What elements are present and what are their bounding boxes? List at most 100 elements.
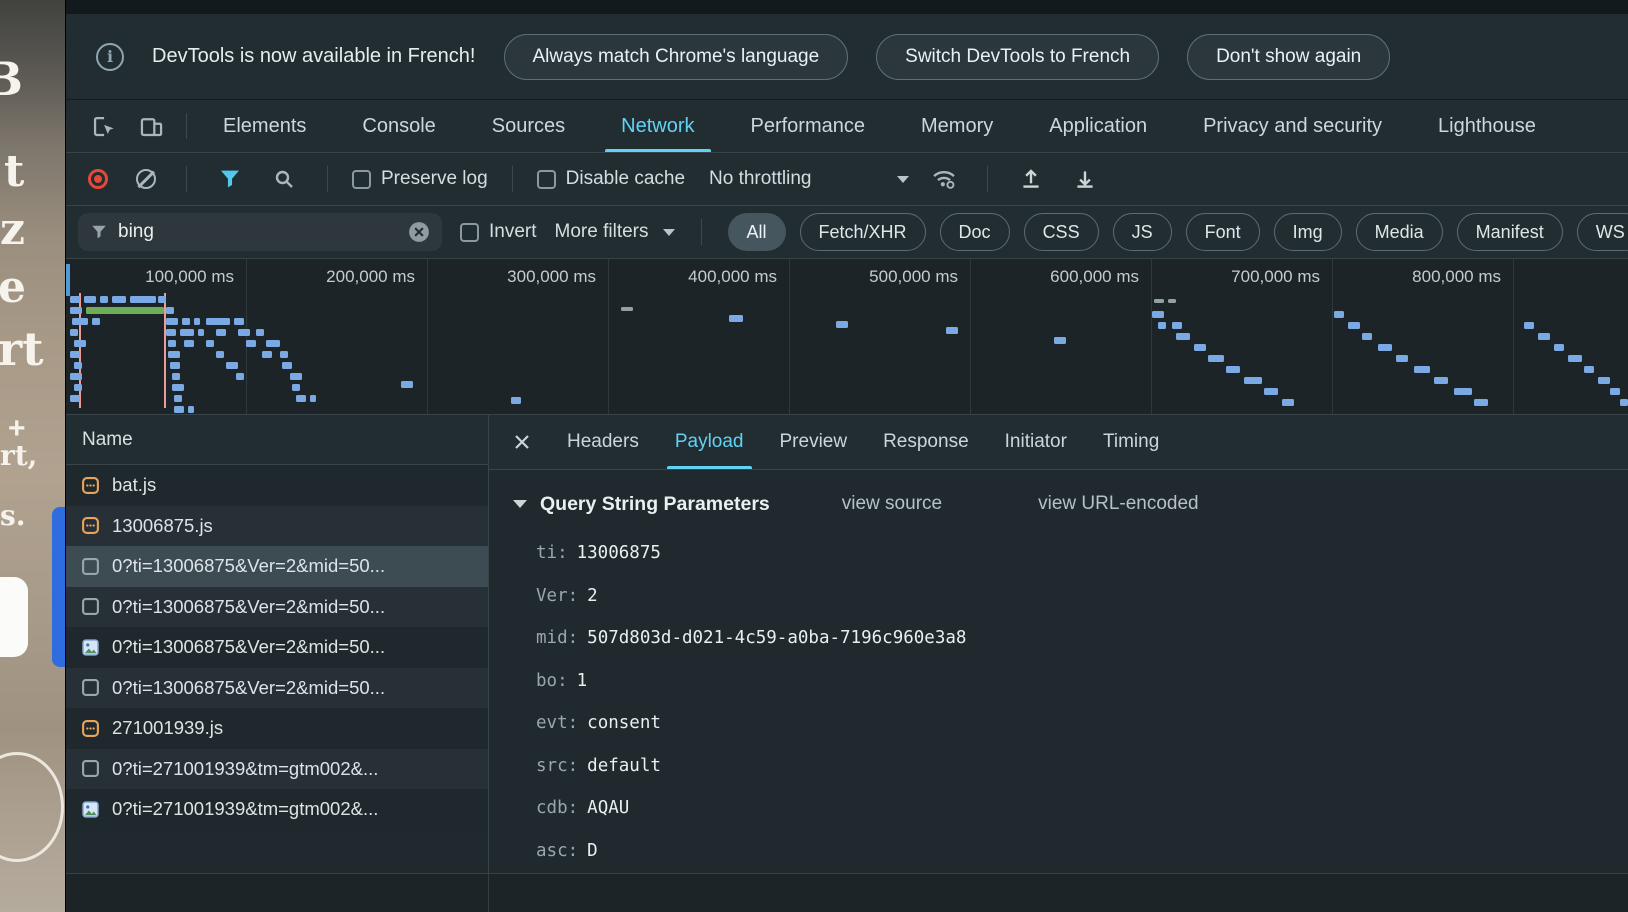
overview-bars [66, 259, 1628, 414]
tab-privacy-and-security[interactable]: Privacy and security [1175, 100, 1410, 152]
request-row[interactable]: 13006875.js [66, 506, 488, 547]
filter-pill-manifest[interactable]: Manifest [1457, 213, 1563, 251]
doc-icon [81, 678, 100, 697]
view-url-encoded-link[interactable]: view URL-encoded [1038, 493, 1199, 515]
filter-pill-media[interactable]: Media [1356, 213, 1443, 251]
divider [327, 166, 328, 192]
waterfall-bar [1168, 299, 1176, 303]
request-name: 0?ti=13006875&Ver=2&mid=50... [112, 677, 385, 699]
tab-application[interactable]: Application [1021, 100, 1175, 152]
waterfall-bar [166, 318, 178, 325]
filter-text-input[interactable] [118, 221, 368, 243]
tab-lighthouse[interactable]: Lighthouse [1410, 100, 1564, 152]
waterfall-bar [72, 318, 88, 325]
request-row[interactable]: 0?ti=271001939&tm=gtm002&... [66, 749, 488, 790]
request-row[interactable]: 0?ti=13006875&Ver=2&mid=50... [66, 587, 488, 628]
search-icon[interactable] [265, 160, 303, 198]
clear-network-log-icon[interactable] [136, 169, 156, 189]
disclosure-triangle-icon[interactable] [513, 500, 527, 508]
request-row[interactable]: 0?ti=13006875&Ver=2&mid=50... [66, 546, 488, 587]
close-icon[interactable] [499, 415, 545, 469]
switch-to-french-button[interactable]: Switch DevTools to French [876, 34, 1159, 80]
waterfall-bar [184, 340, 194, 347]
waterfall-bar [1568, 355, 1582, 362]
param-list: ti:13006875Ver:2mid:507d803d-d021-4c59-a… [513, 526, 1628, 872]
filter-pill-css[interactable]: CSS [1024, 213, 1099, 251]
more-filters-dropdown[interactable]: More filters [555, 221, 675, 243]
main-tab-strip: ElementsConsoleSourcesNetworkPerformance… [195, 100, 1564, 152]
page-white-element [0, 577, 28, 657]
payload-panel: Query String Parameters view source view… [489, 470, 1628, 872]
disable-cache-checkbox[interactable] [537, 170, 556, 189]
request-row[interactable]: 0?ti=13006875&Ver=2&mid=50... [66, 668, 488, 709]
detail-tab-preview[interactable]: Preview [762, 415, 866, 469]
tab-memory[interactable]: Memory [893, 100, 1021, 152]
throttling-value: No throttling [709, 168, 811, 190]
divider [512, 166, 513, 192]
detail-tab-initiator[interactable]: Initiator [987, 415, 1085, 469]
request-row[interactable]: bat.js [66, 465, 488, 506]
waterfall-bar [1362, 333, 1372, 340]
record-network-log-icon[interactable] [88, 169, 108, 189]
section-title[interactable]: Query String Parameters [540, 493, 770, 516]
filter-pill-img[interactable]: Img [1274, 213, 1342, 251]
waterfall-bar [238, 329, 250, 336]
waterfall-bar [198, 329, 204, 336]
import-har-icon[interactable] [1012, 160, 1050, 198]
request-row[interactable]: 271001939.js [66, 708, 488, 749]
network-overview[interactable]: 100,000 ms200,000 ms300,000 ms400,000 ms… [66, 259, 1628, 415]
chevron-down-icon [663, 229, 675, 236]
param-row: cdb:AQAU [513, 787, 1628, 830]
request-name: bat.js [112, 474, 156, 496]
detail-tab-headers[interactable]: Headers [549, 415, 657, 469]
filter-pill-font[interactable]: Font [1186, 213, 1260, 251]
invert-checkbox[interactable] [460, 223, 479, 242]
image-icon [81, 638, 100, 657]
waterfall-bar [1414, 366, 1430, 373]
dont-show-again-button[interactable]: Don't show again [1187, 34, 1390, 80]
tab-sources[interactable]: Sources [464, 100, 593, 152]
view-source-link[interactable]: view source [842, 493, 942, 515]
param-value: 507d803d-d021-4c59-a0ba-7196c960e3a8 [587, 628, 966, 648]
throttling-dropdown[interactable]: No throttling [709, 168, 909, 190]
page-text-fragment: s. [0, 502, 26, 530]
detail-tab-payload[interactable]: Payload [657, 415, 762, 469]
export-har-icon[interactable] [1066, 160, 1104, 198]
match-language-button[interactable]: Always match Chrome's language [504, 34, 849, 80]
filter-search-box[interactable] [78, 213, 442, 251]
network-conditions-icon[interactable] [925, 160, 963, 198]
request-row[interactable]: 0?ti=13006875&Ver=2&mid=50... [66, 627, 488, 668]
overview-handle[interactable] [66, 264, 70, 296]
detail-tab-response[interactable]: Response [865, 415, 987, 469]
request-name: 0?ti=13006875&Ver=2&mid=50... [112, 596, 385, 618]
preserve-log-checkbox[interactable] [352, 170, 371, 189]
param-value: consent [587, 713, 661, 733]
invert-group: Invert [460, 221, 537, 243]
preserve-log-label: Preserve log [381, 168, 488, 190]
inspect-element-icon[interactable] [84, 107, 122, 145]
filter-icon[interactable] [211, 160, 249, 198]
device-toolbar-icon[interactable] [132, 107, 170, 145]
waterfall-bar [1620, 399, 1628, 406]
detail-tab-timing[interactable]: Timing [1085, 415, 1177, 469]
param-row: bo:1 [513, 660, 1628, 703]
waterfall-bar [621, 307, 633, 311]
waterfall-bar [1474, 399, 1488, 406]
name-column-header[interactable]: Name [66, 415, 488, 465]
clear-filter-icon[interactable] [408, 221, 430, 243]
filter-pill-all[interactable]: All [728, 213, 786, 251]
filter-pill-js[interactable]: JS [1113, 213, 1172, 251]
tab-elements[interactable]: Elements [195, 100, 334, 152]
param-key: mid: [536, 628, 578, 648]
param-key: ti: [536, 543, 568, 563]
tab-network[interactable]: Network [593, 100, 722, 152]
request-row[interactable]: 0?ti=271001939&tm=gtm002&... [66, 789, 488, 830]
filter-pill-doc[interactable]: Doc [940, 213, 1010, 251]
filter-pill-ws[interactable]: WS [1577, 213, 1628, 251]
waterfall-bar [310, 395, 316, 402]
waterfall-bar [1264, 388, 1278, 395]
tab-console[interactable]: Console [334, 100, 463, 152]
script-icon [81, 476, 100, 495]
filter-pill-fetch-xhr[interactable]: Fetch/XHR [800, 213, 926, 251]
tab-performance[interactable]: Performance [723, 100, 894, 152]
